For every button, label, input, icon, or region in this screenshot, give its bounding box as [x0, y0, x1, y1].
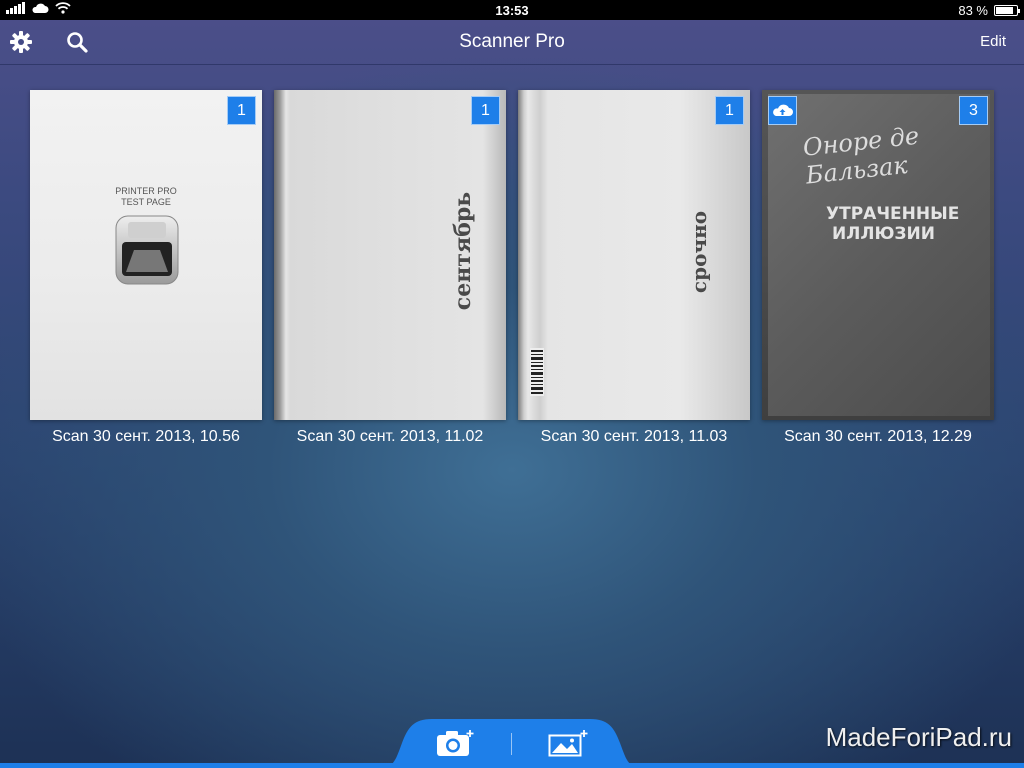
- cloud-upload-icon: [773, 104, 793, 116]
- battery-percent: 83 %: [958, 3, 988, 18]
- document-title: Scan 30 сент. 2013, 10.56: [52, 428, 240, 445]
- printer-icon: [115, 215, 179, 285]
- thumbnail-text: сентябрь: [450, 191, 477, 311]
- document-thumbnail: Оноре де Бальзак УТРАЧЕННЫЕ ИЛЛЮЗИИ: [762, 90, 994, 420]
- page-count-badge: 1: [715, 96, 744, 125]
- battery-icon: [994, 5, 1020, 16]
- document-item[interactable]: сентябрь 1 Scan 30 сент. 2013, 11.02: [274, 90, 506, 448]
- status-bar: 13:53 83 %: [0, 0, 1024, 20]
- thumbnail-text: PRINTER PRO TEST PAGE: [30, 186, 262, 208]
- navigation-bar: Scanner Pro Edit: [0, 20, 1024, 64]
- page-count-badge: 1: [227, 96, 256, 125]
- navbar-divider: [0, 64, 1024, 65]
- barcode-icon: [530, 348, 544, 396]
- import-photo-button[interactable]: [548, 729, 590, 762]
- document-thumbnail: сентябрь: [274, 90, 506, 420]
- cloud-sync-badge: [768, 96, 797, 125]
- toolbar-divider: [511, 733, 512, 755]
- document-item[interactable]: PRINTER PRO TEST PAGE 1 Scan 30 сент. 20…: [30, 90, 262, 448]
- book-title-text: УТРАЧЕННЫЕ ИЛЛЮЗИИ: [826, 204, 959, 244]
- document-title: Scan 30 сент. 2013, 11.03: [540, 428, 728, 445]
- bottom-accent-line: [0, 763, 1024, 768]
- scan-camera-button[interactable]: [436, 729, 476, 762]
- book-cover: Оноре де Бальзак УТРАЧЕННЫЕ ИЛЛЮЗИИ: [768, 94, 990, 416]
- document-thumbnail: PRINTER PRO TEST PAGE: [30, 90, 262, 420]
- photo-add-icon: [548, 730, 588, 757]
- document-title: Scan 30 сент. 2013, 12.29: [784, 428, 972, 445]
- thumbnail-text: срочно: [687, 210, 712, 294]
- page-title: Scanner Pro: [459, 31, 565, 52]
- document-thumbnail: срочно: [518, 90, 750, 420]
- page-count-badge: 1: [471, 96, 500, 125]
- book-title-line: ИЛЛЮЗИИ: [832, 224, 935, 244]
- watermark: MadeForiPad.ru: [825, 722, 1012, 752]
- document-item[interactable]: Оноре де Бальзак УТРАЧЕННЫЕ ИЛЛЮЗИИ 3 Sc…: [762, 90, 994, 448]
- page-count-badge: 3: [959, 96, 988, 125]
- document-item[interactable]: срочно 1 Scan 30 сент. 2013, 11.03: [518, 90, 750, 448]
- status-time: 13:53: [495, 3, 529, 18]
- thumbnail-line: TEST PAGE: [121, 197, 171, 207]
- thumbnail-line: PRINTER PRO: [115, 186, 177, 196]
- document-title: Scan 30 сент. 2013, 11.02: [296, 428, 484, 445]
- edit-button[interactable]: Edit: [980, 33, 1006, 50]
- book-author-text: Оноре де Бальзак: [801, 121, 921, 190]
- bottom-toolbar: [380, 719, 642, 768]
- book-title-line: УТРАЧЕННЫЕ: [826, 204, 960, 224]
- camera-add-icon: [437, 730, 474, 756]
